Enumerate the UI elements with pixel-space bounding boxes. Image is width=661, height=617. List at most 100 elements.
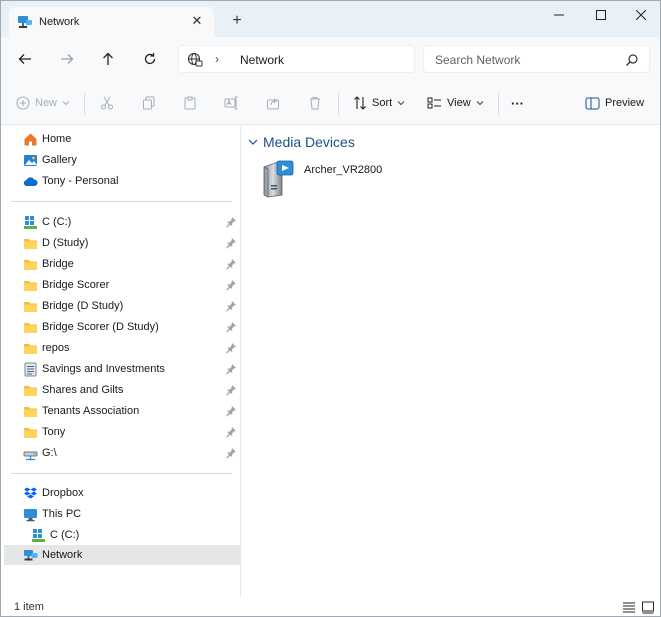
sidebar-item-label: Dropbox <box>42 487 84 499</box>
sidebar-item-onedrive[interactable]: Tony - Personal <box>4 171 240 191</box>
tiles-view-icon[interactable] <box>641 600 655 614</box>
search-icon <box>626 54 638 66</box>
pin-icon[interactable] <box>225 216 237 228</box>
sidebar-item-label: This PC <box>42 508 82 520</box>
status-bar: 1 item <box>1 597 660 616</box>
minimize-icon[interactable] <box>539 3 579 27</box>
pin-icon[interactable] <box>225 405 237 417</box>
sidebar-item-this-pc-c-drive[interactable]: C (C:) <box>4 525 240 545</box>
new-label: New <box>35 97 58 109</box>
sidebar-item-tony[interactable]: Tony <box>4 422 240 442</box>
device-item[interactable]: Archer_VR2800 <box>260 159 390 199</box>
search-box[interactable]: Search Network <box>423 45 650 73</box>
tab-close-icon[interactable]: ✕ <box>188 12 206 30</box>
group-label: Media Devices <box>263 134 355 150</box>
rename-button[interactable] <box>224 92 238 114</box>
sidebar-item-tenants[interactable]: Tenants Association <box>4 401 240 421</box>
breadcrumb-network[interactable]: Network <box>240 53 284 67</box>
folder-icon <box>24 302 37 312</box>
pin-icon[interactable] <box>225 426 237 438</box>
toolbar-divider <box>498 93 499 115</box>
media-device-icon <box>263 160 294 198</box>
sidebar-item-label: C (C:) <box>50 529 80 541</box>
sidebar-item-repos[interactable]: repos <box>4 338 240 358</box>
sidebar-item-home[interactable]: Home <box>4 129 240 149</box>
pin-icon[interactable] <box>225 279 237 291</box>
sidebar-item-bridge-scorer-d-study[interactable]: Bridge Scorer (D Study) <box>4 317 240 337</box>
cut-button[interactable] <box>100 92 114 114</box>
view-button[interactable]: View <box>427 92 484 114</box>
share-button[interactable] <box>266 92 280 114</box>
new-button[interactable]: New <box>16 92 70 114</box>
sidebar-item-d-study[interactable]: D (Study) <box>4 233 240 253</box>
preview-button[interactable]: Preview <box>585 92 644 114</box>
paste-button[interactable] <box>183 92 197 114</box>
preview-pane-icon <box>585 97 600 109</box>
address-bar[interactable]: › Network <box>178 45 415 73</box>
network-icon <box>24 550 38 561</box>
view-label: View <box>447 97 471 109</box>
sidebar-item-gallery[interactable]: Gallery <box>4 150 240 170</box>
refresh-button[interactable] <box>139 48 161 70</box>
pin-icon[interactable] <box>225 363 237 375</box>
close-icon[interactable] <box>621 3 661 27</box>
sidebar-item-shares[interactable]: Shares and Gilts <box>4 380 240 400</box>
copy-button[interactable] <box>142 92 156 114</box>
folder-icon <box>24 239 37 249</box>
pin-icon[interactable] <box>225 342 237 354</box>
sidebar-item-g-drive[interactable]: G:\ <box>4 443 240 463</box>
delete-button[interactable] <box>308 92 322 114</box>
dropbox-icon <box>24 487 37 499</box>
folder-icon <box>24 281 37 291</box>
sidebar-item-label: G:\ <box>42 447 57 459</box>
globe-icon <box>187 52 203 67</box>
arrow-up-icon <box>103 52 113 65</box>
pin-icon[interactable] <box>225 447 237 459</box>
sort-button[interactable]: Sort <box>353 92 405 114</box>
sort-icon <box>354 96 366 110</box>
file-explorer-window: Network ✕ + › Network Search Network New… <box>0 0 661 617</box>
pin-icon[interactable] <box>225 237 237 249</box>
sidebar-item-this-pc[interactable]: This PC <box>4 504 240 524</box>
more-options-button[interactable]: ··· <box>511 92 524 114</box>
drive-icon <box>32 529 45 542</box>
tab-network[interactable]: Network ✕ <box>9 7 214 37</box>
network-drive-icon <box>23 451 38 461</box>
folder-icon <box>24 386 37 396</box>
breadcrumb-separator[interactable]: › <box>215 52 219 66</box>
sidebar-item-bridge[interactable]: Bridge <box>4 254 240 274</box>
folder-icon <box>24 407 37 417</box>
maximize-icon[interactable] <box>581 3 621 27</box>
item-count: 1 item <box>14 601 44 613</box>
sidebar-item-bridge-d-study[interactable]: Bridge (D Study) <box>4 296 240 316</box>
sidebar-item-label: D (Study) <box>42 237 89 249</box>
up-button[interactable] <box>97 48 119 70</box>
group-header-media-devices[interactable]: Media Devices <box>248 134 355 150</box>
sidebar-item-label: Savings and Investments <box>42 363 165 375</box>
home-icon <box>24 133 37 146</box>
sidebar-item-network[interactable]: Network <box>4 545 240 565</box>
pin-icon[interactable] <box>225 300 237 312</box>
tab-title: Network <box>39 16 80 28</box>
back-button[interactable] <box>14 48 36 70</box>
sidebar-item-label: repos <box>42 342 70 354</box>
sidebar-item-bridge-scorer[interactable]: Bridge Scorer <box>4 275 240 295</box>
share-icon <box>267 98 279 110</box>
pin-icon[interactable] <box>225 258 237 270</box>
pin-icon[interactable] <box>225 384 237 396</box>
file-list-pane: Media Devices Archer_VR2800 <box>242 126 660 598</box>
arrow-right-icon <box>61 54 74 64</box>
sidebar-divider <box>11 201 232 202</box>
sidebar-item-label: Tony - Personal <box>42 175 119 187</box>
sidebar-item-c-drive[interactable]: C (C:) <box>4 212 240 232</box>
sidebar-item-dropbox[interactable]: Dropbox <box>4 483 240 503</box>
search-input[interactable]: Search Network <box>435 53 520 67</box>
forward-button[interactable] <box>56 48 78 70</box>
details-view-icon[interactable] <box>622 600 636 614</box>
sidebar-item-savings[interactable]: Savings and Investments <box>4 359 240 379</box>
new-tab-button[interactable]: + <box>227 11 247 31</box>
preview-label: Preview <box>605 97 645 109</box>
title-bar: Network ✕ + <box>1 1 660 37</box>
rename-icon <box>224 96 238 110</box>
pin-icon[interactable] <box>225 321 237 333</box>
